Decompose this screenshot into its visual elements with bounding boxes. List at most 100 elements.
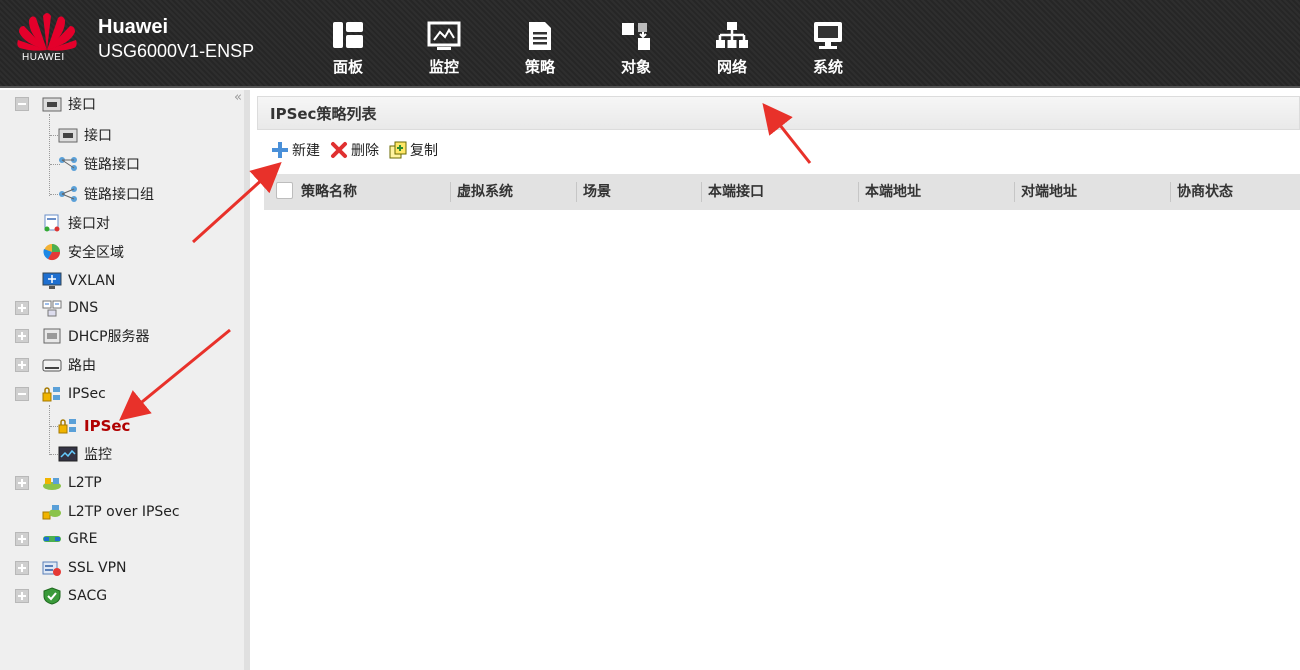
- expand-toggle-icon[interactable]: [15, 561, 29, 575]
- copy-button-label: 复制: [410, 143, 438, 159]
- security-zone-icon: [43, 244, 61, 261]
- expand-toggle-icon[interactable]: [15, 476, 29, 490]
- l2tp-ipsec-icon: [42, 505, 61, 520]
- nav-label: 策略: [524, 58, 555, 76]
- main-nav: 面板 监控 策略 对象 网络 系统: [300, 20, 876, 77]
- column-header-scenario[interactable]: 场景: [583, 174, 611, 210]
- tree-connector: [49, 114, 50, 196]
- brand-name: Huawei: [98, 16, 169, 38]
- sidebar-item-route[interactable]: 路由: [15, 353, 96, 377]
- sidebar-item-label: GRE: [68, 531, 98, 547]
- sidebar-item-label: L2TP over IPSec: [68, 504, 180, 520]
- sidebar-tree: « 接口 接口 链路接口 链路接口组 接口对 安全区域 VXLAN DNS DH…: [0, 90, 250, 670]
- expand-toggle-icon[interactable]: [15, 358, 29, 372]
- main-panel: IPSec策略列表 新建 删除 复制 策略名称 虚拟系统 场景 本端接口 本端地…: [257, 96, 1300, 670]
- column-header-local-address[interactable]: 本端地址: [865, 174, 921, 210]
- column-divider: [576, 182, 577, 202]
- sidebar-item-ipsec-policy[interactable]: IPSec: [58, 414, 130, 438]
- sidebar-item-label: DHCP服务器: [68, 329, 150, 345]
- column-header-virtual-system[interactable]: 虚拟系统: [457, 174, 513, 210]
- copy-icon: [389, 141, 407, 159]
- top-header: HUAWEI Huawei USG6000V1-ENSP 面板 监控 策略 对象…: [0, 0, 1300, 88]
- plus-icon: [272, 142, 288, 158]
- column-divider: [1170, 182, 1171, 202]
- monitor-icon: [427, 21, 461, 50]
- sidebar-item-ipsec-monitor[interactable]: 监控: [58, 442, 112, 466]
- expand-toggle-icon[interactable]: [15, 532, 29, 546]
- column-header-policy-name[interactable]: 策略名称: [301, 174, 357, 210]
- sidebar-item-label: 链路接口: [84, 157, 140, 173]
- sidebar-item-sacg[interactable]: SACG: [15, 584, 107, 608]
- sidebar-item-label: 接口: [84, 128, 112, 144]
- nav-policy[interactable]: 策略: [492, 20, 588, 77]
- link-group-icon: [59, 186, 77, 202]
- brand: Huawei USG6000V1-ENSP: [98, 16, 254, 62]
- nav-label: 面板: [332, 58, 363, 76]
- delete-button[interactable]: 删除: [330, 140, 379, 160]
- new-button-label: 新建: [292, 143, 320, 159]
- sidebar-item-gre[interactable]: GRE: [15, 527, 97, 551]
- sidebar-item-link-group[interactable]: 链路接口组: [58, 182, 154, 206]
- sidebar-item-label: SSL VPN: [68, 560, 127, 576]
- ipsec-icon: [58, 419, 76, 434]
- expand-toggle-icon[interactable]: [15, 301, 29, 315]
- collapse-toggle-icon[interactable]: [15, 387, 29, 401]
- sidebar-item-interface-pair[interactable]: 接口对: [15, 211, 110, 235]
- l2tp-icon: [43, 478, 61, 490]
- monitor-icon: [58, 446, 78, 462]
- column-divider: [858, 182, 859, 202]
- nav-label: 系统: [812, 58, 843, 76]
- system-icon: [814, 22, 842, 49]
- copy-button[interactable]: 复制: [389, 140, 438, 160]
- nav-object[interactable]: 对象: [588, 20, 684, 77]
- sidebar-item-label: IPSec: [68, 386, 106, 402]
- gre-icon: [43, 536, 61, 542]
- nav-label: 对象: [620, 58, 651, 76]
- column-header-negotiation-status[interactable]: 协商状态: [1177, 174, 1233, 210]
- sidebar-item-label: 链路接口组: [84, 187, 154, 203]
- dashboard-icon: [333, 22, 363, 48]
- vxlan-icon: [42, 272, 62, 289]
- collapse-sidebar-icon[interactable]: «: [234, 90, 242, 105]
- interface-pair-icon: [44, 214, 60, 232]
- new-button[interactable]: 新建: [271, 140, 320, 160]
- sidebar-item-dns[interactable]: DNS: [15, 296, 98, 320]
- nav-system[interactable]: 系统: [780, 20, 876, 77]
- device-model: USG6000V1-ENSP: [98, 41, 255, 61]
- nav-label: 网络: [716, 58, 747, 76]
- select-all-checkbox[interactable]: [276, 182, 293, 199]
- delete-icon: [331, 142, 347, 158]
- nav-network[interactable]: 网络: [684, 20, 780, 77]
- sidebar-item-label: 接口: [68, 97, 96, 113]
- object-icon: [622, 23, 650, 50]
- nav-dashboard[interactable]: 面板: [300, 20, 396, 77]
- sidebar-item-interface-child[interactable]: 接口: [58, 123, 112, 147]
- sidebar-item-dhcp-server[interactable]: DHCP服务器: [15, 324, 150, 348]
- sidebar-item-l2tp[interactable]: L2TP: [15, 471, 102, 495]
- column-divider: [701, 182, 702, 202]
- sidebar-item-vxlan[interactable]: VXLAN: [15, 269, 115, 293]
- sidebar-item-ipsec[interactable]: IPSec: [15, 382, 106, 406]
- expand-toggle-icon[interactable]: [15, 329, 29, 343]
- sidebar-item-label: 监控: [84, 447, 112, 463]
- route-icon: [42, 359, 62, 372]
- ssl-vpn-icon: [42, 561, 61, 576]
- column-header-local-interface[interactable]: 本端接口: [708, 174, 764, 210]
- column-divider: [1014, 182, 1015, 202]
- sidebar-item-label: 路由: [68, 358, 96, 374]
- sidebar-item-security-zone[interactable]: 安全区域: [15, 240, 124, 264]
- page-title: IPSec策略列表: [257, 96, 1300, 130]
- sidebar-item-l2tp-over-ipsec[interactable]: L2TP over IPSec: [15, 500, 180, 524]
- sidebar-item-link-interface[interactable]: 链路接口: [58, 152, 140, 176]
- column-header-peer-address[interactable]: 对端地址: [1021, 174, 1077, 210]
- interface-icon: [58, 128, 78, 143]
- collapse-toggle-icon[interactable]: [15, 97, 29, 111]
- sidebar-item-interface[interactable]: 接口: [15, 92, 96, 116]
- sidebar-item-label: DNS: [68, 300, 99, 316]
- nav-label: 监控: [428, 58, 459, 76]
- expand-toggle-icon[interactable]: [15, 589, 29, 603]
- nav-monitor[interactable]: 监控: [396, 20, 492, 77]
- sidebar-item-ssl-vpn[interactable]: SSL VPN: [15, 556, 127, 580]
- policy-icon: [529, 22, 551, 50]
- sidebar-item-label: 安全区域: [68, 245, 124, 261]
